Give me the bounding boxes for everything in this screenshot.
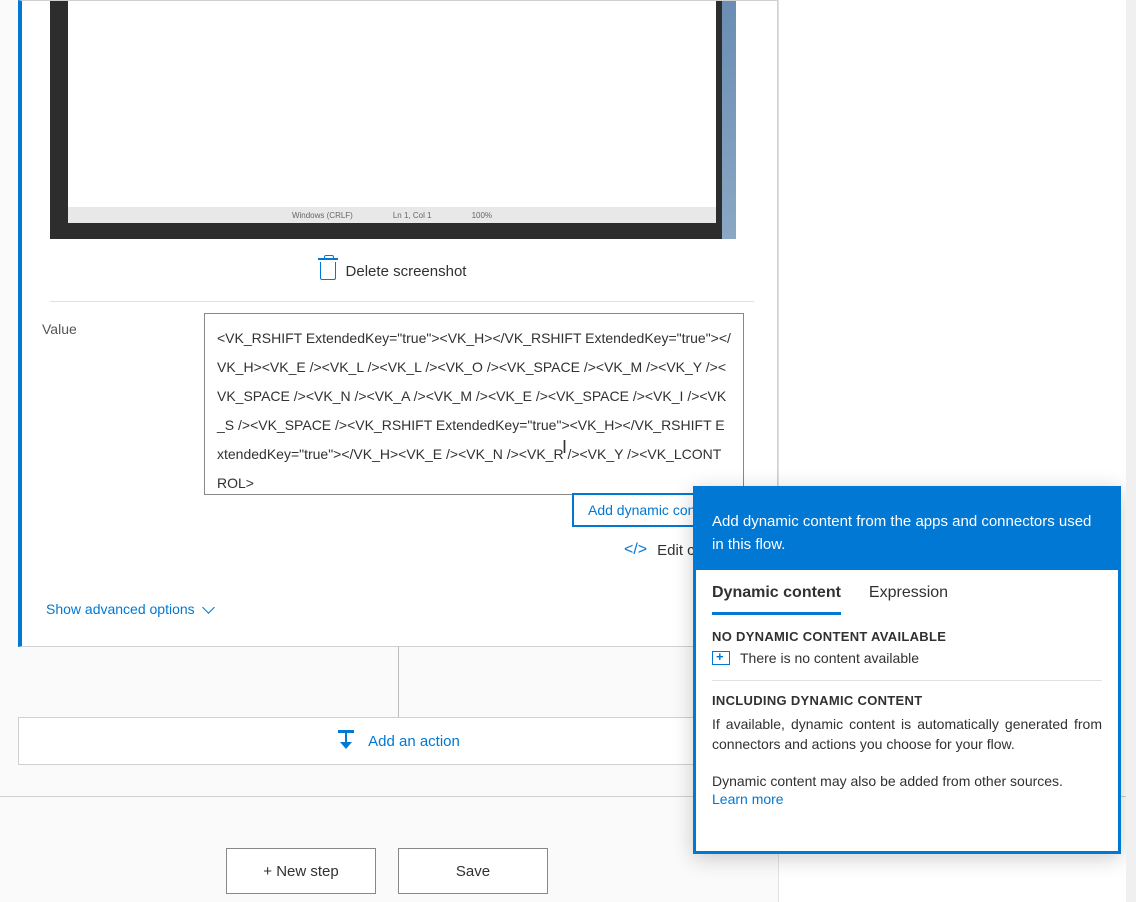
screenshot-body bbox=[68, 1, 716, 221]
popup-tab-row: Dynamic content Expression bbox=[696, 570, 1118, 615]
show-advanced-label: Show advanced options bbox=[46, 601, 195, 617]
save-button[interactable]: Save bbox=[398, 848, 548, 894]
popup-header: Add dynamic content from the apps and co… bbox=[696, 497, 1118, 570]
connector-line bbox=[398, 647, 399, 717]
tab-expression[interactable]: Expression bbox=[869, 584, 948, 615]
add-action-label: Add an action bbox=[368, 733, 460, 750]
action-card: Windows (CRLF) Ln 1, Col 1 100% Delete s… bbox=[18, 0, 778, 647]
new-step-button[interactable]: + New step bbox=[226, 848, 376, 894]
add-action-button[interactable]: Add an action bbox=[18, 717, 778, 765]
screenshot-right-edge bbox=[722, 1, 736, 239]
no-content-row: There is no content available bbox=[712, 650, 1102, 666]
screenshot-status-bar: Windows (CRLF) Ln 1, Col 1 100% bbox=[68, 207, 716, 223]
learn-more-link[interactable]: Learn more bbox=[712, 791, 784, 807]
popup-body: NO DYNAMIC CONTENT AVAILABLE There is no… bbox=[696, 615, 1118, 821]
screenshot-preview: Windows (CRLF) Ln 1, Col 1 100% bbox=[50, 1, 736, 239]
show-advanced-options-link[interactable]: Show advanced options bbox=[46, 601, 215, 617]
status-cursor: Ln 1, Col 1 bbox=[393, 211, 432, 220]
status-zoom: 100% bbox=[472, 211, 492, 220]
no-content-text: There is no content available bbox=[740, 650, 919, 666]
delete-screenshot-button[interactable]: Delete screenshot bbox=[50, 251, 736, 291]
popup-header-strip bbox=[696, 489, 1118, 497]
dynamic-content-popup: Add dynamic content from the apps and co… bbox=[693, 486, 1121, 854]
delete-screenshot-label: Delete screenshot bbox=[346, 263, 467, 280]
value-field-label: Value bbox=[42, 321, 77, 337]
status-encoding: Windows (CRLF) bbox=[292, 211, 353, 220]
including-text: If available, dynamic content is automat… bbox=[712, 714, 1102, 755]
edit-code-button[interactable]: </> Edit co bbox=[624, 541, 703, 559]
other-sources-text: Dynamic content may also be added from o… bbox=[712, 773, 1102, 789]
chevron-down-icon bbox=[203, 605, 215, 613]
vertical-scrollbar[interactable] bbox=[1126, 0, 1136, 902]
code-icon: </> bbox=[624, 541, 647, 559]
trash-icon bbox=[320, 262, 336, 280]
insert-action-icon bbox=[336, 730, 356, 752]
including-heading: INCLUDING DYNAMIC CONTENT bbox=[712, 693, 1102, 708]
bottom-button-row: + New step Save bbox=[226, 848, 548, 894]
field-divider bbox=[50, 301, 754, 302]
tab-dynamic-content[interactable]: Dynamic content bbox=[712, 584, 841, 615]
no-content-heading: NO DYNAMIC CONTENT AVAILABLE bbox=[712, 629, 1102, 644]
add-box-icon bbox=[712, 651, 730, 665]
popup-divider bbox=[712, 680, 1102, 681]
add-dynamic-content-label: Add dynamic cont bbox=[588, 502, 699, 518]
value-input[interactable]: <VK_RSHIFT ExtendedKey="true"><VK_H></VK… bbox=[204, 313, 744, 495]
